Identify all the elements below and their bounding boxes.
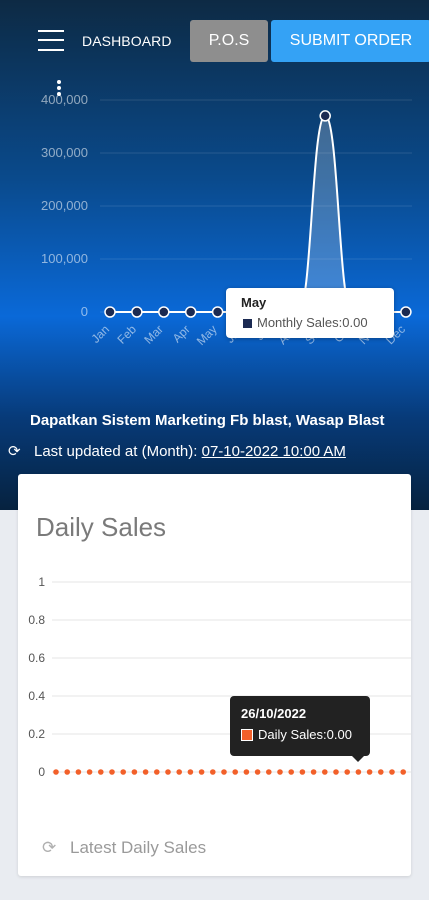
data-point [154, 769, 160, 775]
x-tick-label: May [194, 322, 220, 348]
last-updated-row: ⟳ Last updated at (Month): 07-10-2022 10:… [8, 442, 346, 460]
data-point [333, 769, 339, 775]
data-point [288, 769, 295, 775]
y-tick-label: 100,000 [41, 251, 88, 266]
data-point [120, 769, 126, 775]
y-tick-label: 300,000 [41, 145, 88, 160]
data-point [131, 306, 143, 318]
data-point [211, 306, 224, 318]
tooltip-value: Daily Sales:0.00 [258, 727, 352, 742]
data-point [400, 769, 407, 775]
data-point [232, 769, 238, 775]
data-point [158, 306, 170, 318]
data-point [299, 769, 306, 775]
top-bar: DASHBOARD P.O.S SUBMIT ORDER [0, 0, 429, 80]
data-point [310, 769, 317, 775]
x-tick-label: Jan [89, 322, 113, 346]
series-line [109, 114, 406, 313]
series-area [110, 115, 406, 313]
footer-label: Latest Daily Sales [70, 838, 207, 857]
data-point [322, 769, 328, 775]
submit-order-button[interactable]: SUBMIT ORDER [271, 20, 429, 62]
data-point [109, 769, 115, 775]
data-point [75, 769, 82, 775]
last-updated-link[interactable]: 07-10-2022 10:00 AM [202, 443, 346, 460]
refresh-icon[interactable]: ⟳ [8, 442, 26, 460]
data-point [104, 306, 116, 318]
y-tick-label: 400,000 [41, 92, 88, 107]
daily-chart-tooltip: 26/10/2022 Daily Sales:0.00 [230, 696, 370, 762]
tooltip-value: Monthly Sales:0.00 [257, 315, 368, 330]
data-point [254, 769, 261, 775]
data-point [389, 769, 395, 775]
last-updated-label: Last updated at (Month): [34, 443, 198, 460]
y-tick-label: 200,000 [41, 198, 88, 213]
data-point [221, 769, 227, 775]
tooltip-arrow [352, 756, 364, 762]
y-tick-label: 1 [38, 575, 45, 589]
data-point [187, 769, 194, 775]
page-title: DASHBOARD [82, 33, 172, 49]
data-point [210, 769, 216, 775]
data-point [184, 306, 197, 318]
x-tick-label: Feb [114, 322, 139, 347]
data-point [355, 769, 362, 775]
series-swatch [243, 319, 252, 328]
card-footer: ⟳ Latest Daily Sales [42, 838, 206, 858]
daily-sales-chart: 0 0.2 0.4 0.6 0.8 1 [28, 575, 411, 779]
series-swatch [241, 729, 253, 741]
data-point [142, 769, 149, 775]
data-point [266, 769, 272, 775]
y-tick-label: 0.4 [28, 689, 45, 703]
data-point [98, 769, 104, 775]
y-tick-label: 0.8 [28, 613, 45, 627]
tooltip-title: May [241, 295, 267, 310]
refresh-icon[interactable]: ⟳ [42, 838, 62, 858]
data-point [319, 110, 331, 122]
data-point [86, 769, 93, 775]
x-tick-label: Mar [141, 322, 166, 347]
card-title: Daily Sales [36, 512, 167, 542]
y-tick-label: 0 [81, 304, 88, 319]
data-point [366, 769, 373, 775]
data-point [64, 769, 70, 775]
monthly-chart-tooltip: May Monthly Sales:0.00 [226, 288, 394, 338]
data-point [176, 769, 182, 775]
y-tick-label: 0.6 [28, 651, 45, 665]
data-point [243, 769, 250, 775]
data-point [53, 769, 59, 775]
data-point [344, 769, 351, 775]
tooltip-title: 26/10/2022 [241, 706, 307, 721]
x-tick-label: Apr [170, 322, 193, 345]
y-tick-label: 0.2 [28, 727, 45, 741]
data-point [400, 306, 412, 318]
data-point [165, 769, 171, 775]
y-tick-label: 0 [38, 765, 45, 779]
data-point [277, 769, 283, 775]
data-point [131, 769, 138, 775]
data-point [378, 769, 384, 775]
hamburger-icon[interactable] [38, 30, 64, 52]
data-point [198, 769, 205, 775]
announcement-marquee: Dapatkan Sistem Marketing Fb blast, Wasa… [30, 412, 385, 429]
pos-button[interactable]: P.O.S [190, 20, 268, 62]
